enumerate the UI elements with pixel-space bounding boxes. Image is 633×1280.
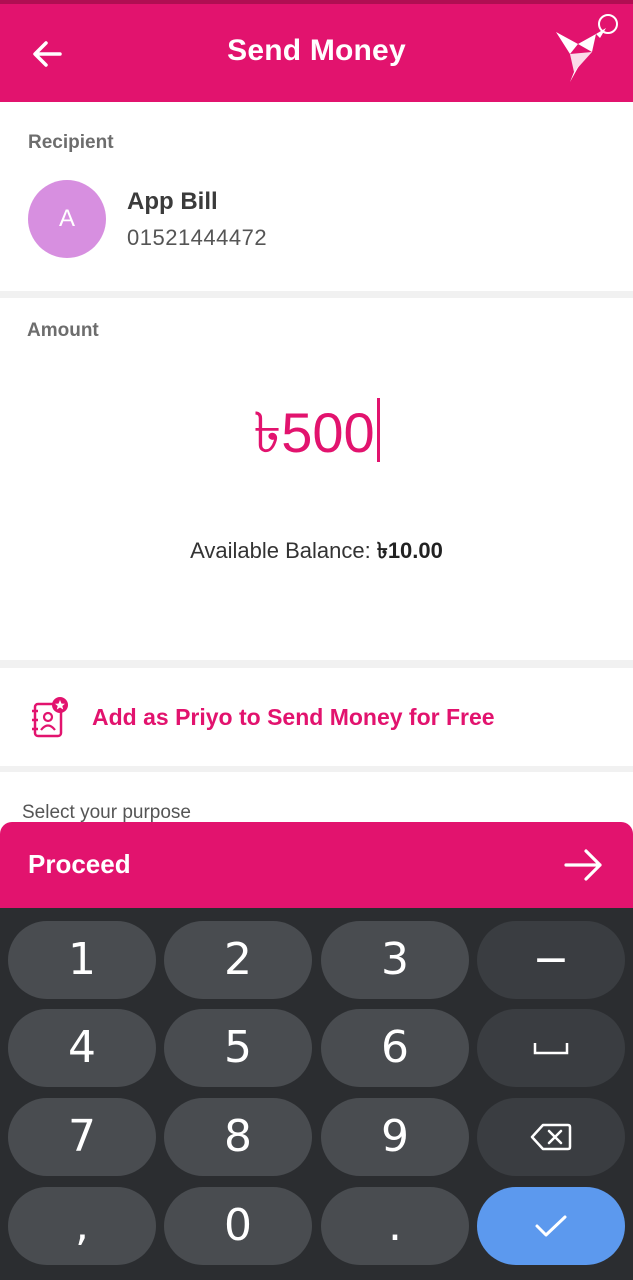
bird-logo-icon [552, 24, 610, 84]
recipient-label: Recipient [28, 132, 114, 153]
key-2[interactable]: 2 [164, 921, 312, 999]
proceed-label: Proceed [28, 849, 131, 879]
key-8[interactable]: 8 [164, 1098, 312, 1176]
key-4[interactable]: 4 [8, 1009, 156, 1087]
contact-book-star-icon [28, 696, 72, 740]
key-5[interactable]: 5 [164, 1009, 312, 1087]
page-title: Send Money [227, 34, 406, 67]
balance-value: ৳10.00 [376, 538, 443, 563]
space-bar-icon [533, 1043, 569, 1055]
key-1[interactable]: 1 [8, 921, 156, 999]
recipient-section: Recipient A App Bill 01521444472 [0, 102, 633, 291]
key-comma[interactable]: , [8, 1187, 156, 1265]
amount-input[interactable]: ৳500 [0, 390, 633, 484]
key-done[interactable] [477, 1187, 625, 1265]
checkmark-icon [535, 1215, 567, 1237]
key-6[interactable]: 6 [321, 1009, 469, 1087]
amount-label: Amount [27, 320, 99, 341]
key-0[interactable]: 0 [164, 1187, 312, 1265]
backspace-icon [530, 1123, 572, 1151]
add-priyo-label: Add as Priyo to Send Money for Free [92, 704, 495, 730]
amount-section: Amount ৳500 Available Balance: ৳10.00 [0, 298, 633, 660]
recipient-name: App Bill [127, 188, 218, 215]
key-backspace[interactable] [477, 1098, 625, 1176]
available-balance: Available Balance: ৳10.00 [0, 534, 633, 571]
key-9[interactable]: 9 [321, 1098, 469, 1176]
key-space[interactable] [477, 1009, 625, 1087]
proceed-button[interactable]: Proceed [0, 822, 633, 908]
text-caret [376, 398, 380, 462]
add-priyo-button[interactable]: Add as Priyo to Send Money for Free [0, 668, 633, 766]
purpose-label: Select your purpose [22, 802, 191, 823]
key-minus[interactable]: − [477, 921, 625, 999]
arrow-right-icon [560, 844, 606, 886]
amount-value: ৳500 [253, 401, 375, 464]
recipient-phone: 01521444472 [127, 225, 268, 250]
avatar: A [28, 180, 106, 258]
app-header: Send Money [0, 4, 633, 102]
key-period[interactable]: . [321, 1187, 469, 1265]
balance-label: Available Balance: [190, 538, 377, 563]
status-ring-icon [598, 14, 618, 34]
key-3[interactable]: 3 [321, 921, 469, 999]
key-7[interactable]: 7 [8, 1098, 156, 1176]
numeric-keyboard: 1 2 3 − 4 5 6 7 8 9 , 0 . [0, 908, 633, 1280]
